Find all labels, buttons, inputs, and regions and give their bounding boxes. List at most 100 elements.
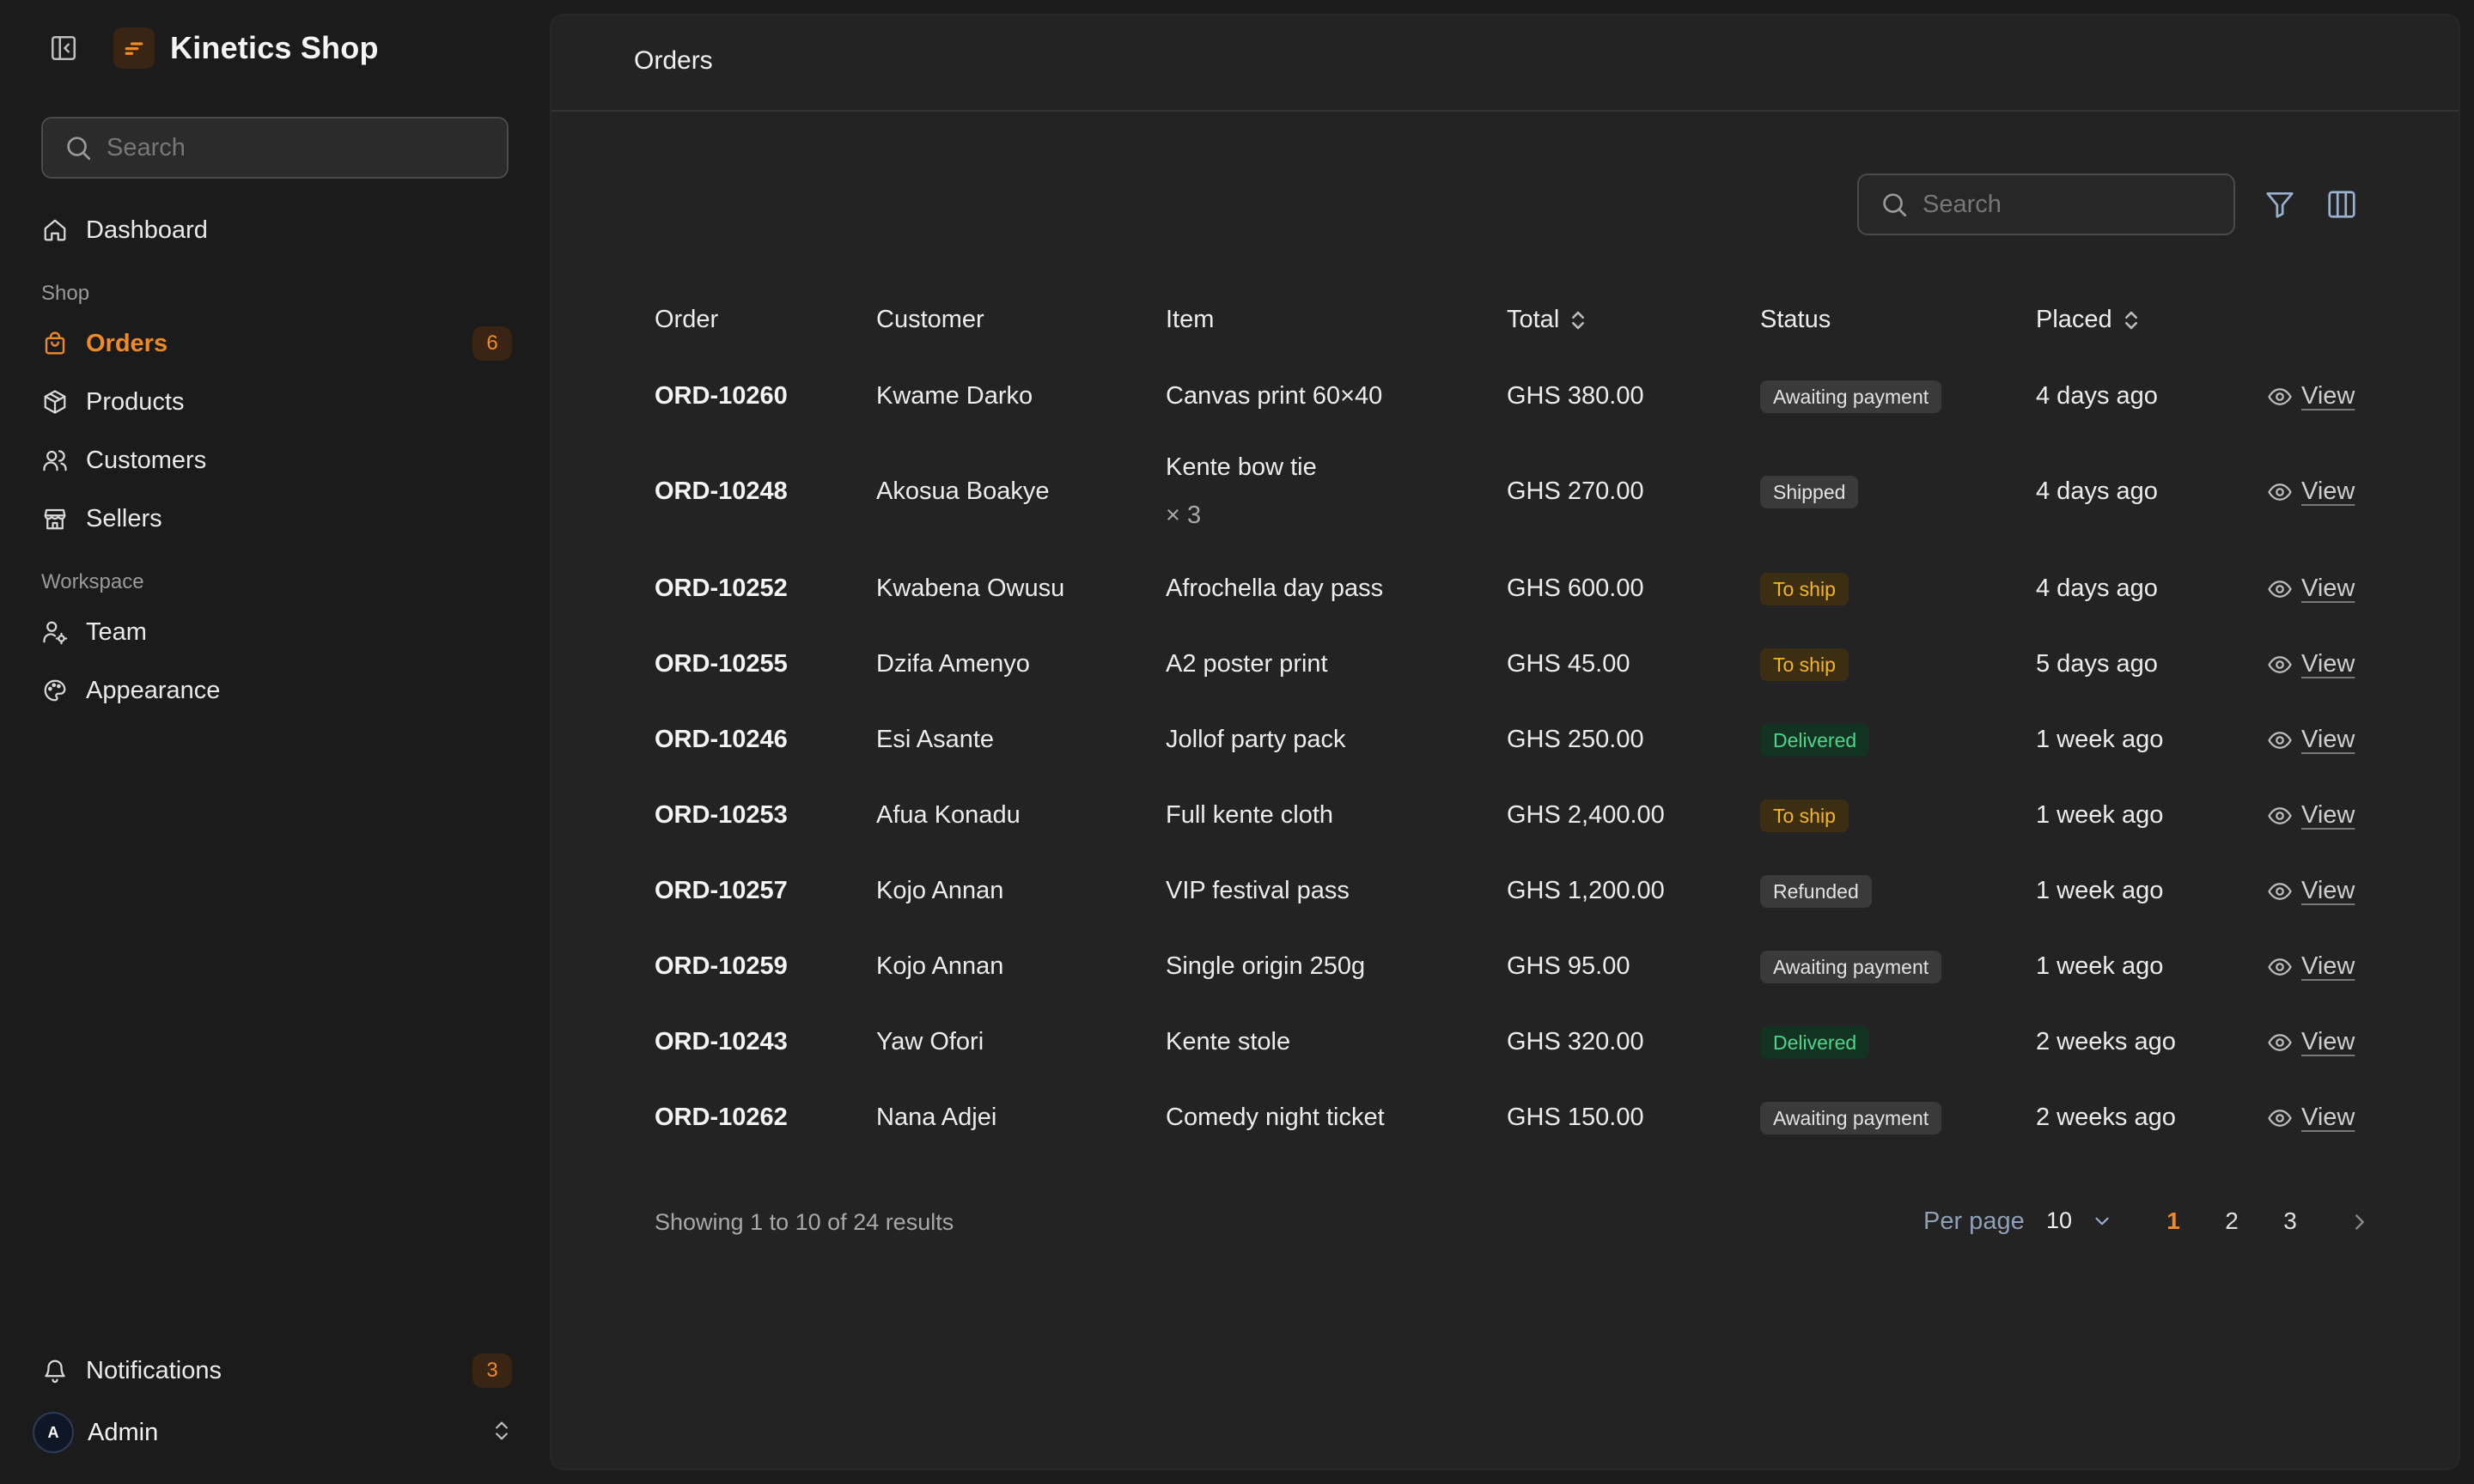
view-order-link[interactable]: View — [2267, 801, 2355, 830]
order-id: ORD-10246 — [655, 726, 788, 753]
brand-logo-icon — [113, 27, 155, 69]
status-badge: Awaiting payment — [1760, 1102, 1942, 1134]
item-name: Kente bow tie — [1166, 453, 1317, 481]
item-name: Afrochella day pass — [1166, 575, 1384, 602]
sidebar-item-team[interactable]: Team — [41, 608, 512, 656]
status-badge: To ship — [1760, 800, 1849, 832]
view-label: View — [2301, 952, 2355, 980]
per-page-select[interactable]: 10 — [2046, 1207, 2113, 1234]
item-name: Jollof party pack — [1166, 726, 1346, 753]
chevron-right-icon[interactable] — [2347, 1209, 2373, 1239]
customer-name: Yaw Ofori — [876, 1028, 984, 1055]
sidebar-item-dashboard[interactable]: Dashboard — [41, 206, 512, 254]
per-page-value: 10 — [2046, 1207, 2073, 1233]
column-header-placed[interactable]: Placed — [2036, 306, 2140, 334]
pagination-page-1[interactable]: 1 — [2156, 1207, 2191, 1235]
eye-icon — [2268, 882, 2292, 900]
app-root: Kinetics Shop Dashboard Shop Orders 6 Pr… — [0, 0, 2474, 1484]
customer-name: Kojo Annan — [876, 877, 1004, 904]
order-total: GHS 270.00 — [1507, 477, 1644, 505]
customer-name: Afua Konadu — [876, 801, 1021, 829]
view-order-link[interactable]: View — [2267, 1028, 2355, 1056]
sidebar-item-customers[interactable]: Customers — [41, 436, 512, 484]
sidebar-search[interactable] — [41, 117, 509, 179]
order-total: GHS 1,200.00 — [1507, 877, 1665, 904]
view-label: View — [2301, 575, 2355, 602]
notifications-count-badge: 3 — [472, 1353, 512, 1388]
status-badge: Shipped — [1760, 476, 1859, 508]
view-label: View — [2301, 477, 2355, 505]
section-label-shop: Shop — [41, 282, 90, 305]
sidebar-item-products[interactable]: Products — [41, 378, 512, 426]
sidebar-search-input[interactable] — [107, 133, 484, 162]
view-order-link[interactable]: View — [2267, 726, 2355, 754]
view-order-link[interactable]: View — [2267, 650, 2355, 678]
pagination-page-3[interactable]: 3 — [2273, 1207, 2307, 1235]
collapse-sidebar-icon[interactable] — [43, 27, 84, 69]
column-header-customer: Customer — [876, 306, 984, 334]
column-header-label: Customer — [876, 306, 984, 333]
home-icon — [41, 216, 69, 244]
filter-icon[interactable] — [2261, 186, 2299, 223]
customer-name: Dzifa Amenyo — [876, 650, 1030, 678]
sidebar-item-label: Notifications — [86, 1356, 222, 1384]
order-id: ORD-10243 — [655, 1028, 788, 1055]
table-search[interactable] — [1857, 173, 2235, 235]
eye-icon — [2268, 958, 2292, 976]
pagination-page-2[interactable]: 2 — [2215, 1207, 2249, 1235]
columns-icon[interactable] — [2323, 186, 2361, 223]
order-id: ORD-10252 — [655, 575, 788, 602]
sidebar-item-appearance[interactable]: Appearance — [41, 666, 512, 715]
order-total: GHS 380.00 — [1507, 382, 1644, 410]
column-header-total[interactable]: Total — [1507, 306, 1587, 334]
user-menu[interactable]: A Admin — [33, 1408, 514, 1457]
item-quantity: × 3 — [1166, 502, 1202, 529]
status-badge: Delivered — [1760, 1026, 1870, 1059]
placed-time: 5 days ago — [2036, 650, 2158, 678]
view-order-link[interactable]: View — [2267, 382, 2355, 411]
eye-icon — [2268, 580, 2292, 598]
brand-name: Kinetics Shop — [170, 30, 379, 65]
sidebar-item-label: Dashboard — [86, 216, 208, 244]
sort-icon[interactable] — [1569, 309, 1587, 331]
placed-time: 1 week ago — [2036, 726, 2164, 753]
column-header-label: Order — [655, 306, 719, 333]
eye-icon — [2268, 655, 2292, 673]
view-label: View — [2301, 382, 2355, 410]
sidebar-item-sellers[interactable]: Sellers — [41, 495, 512, 543]
status-badge: Delivered — [1760, 724, 1870, 757]
page-title: Orders — [634, 46, 713, 75]
view-order-link[interactable]: View — [2267, 952, 2355, 981]
sidebar-item-label: Orders — [86, 329, 168, 357]
table-search-input[interactable] — [1923, 190, 2232, 219]
placed-time: 1 week ago — [2036, 801, 2164, 829]
eye-icon — [2268, 806, 2292, 824]
sidebar-item-label: Sellers — [86, 504, 162, 532]
view-order-link[interactable]: View — [2267, 477, 2355, 506]
column-header-order: Order — [655, 306, 718, 334]
sidebar-item-orders[interactable]: Orders 6 — [41, 319, 512, 368]
sidebar-item-notifications[interactable]: Notifications 3 — [41, 1347, 512, 1395]
column-header-label: Item — [1166, 306, 1215, 333]
item-name: Single origin 250g — [1166, 952, 1366, 980]
view-order-link[interactable]: View — [2267, 575, 2355, 603]
view-order-link[interactable]: View — [2267, 1104, 2355, 1132]
users-icon — [41, 447, 69, 474]
main-panel: Orders Order Customer Item Total Status … — [550, 14, 2460, 1470]
status-badge: Awaiting payment — [1760, 951, 1942, 983]
item-name: VIP festival pass — [1166, 877, 1350, 904]
customer-name: Akosua Boakye — [876, 477, 1050, 505]
item-name: Kente stole — [1166, 1028, 1291, 1055]
customer-name: Kwabena Owusu — [876, 575, 1065, 602]
order-total: GHS 150.00 — [1507, 1104, 1644, 1131]
order-total: GHS 250.00 — [1507, 726, 1644, 753]
placed-time: 1 week ago — [2036, 877, 2164, 904]
order-total: GHS 320.00 — [1507, 1028, 1644, 1055]
user-name: Admin — [88, 1418, 159, 1446]
chevron-down-icon — [2095, 1217, 2109, 1225]
shopping-bag-icon — [41, 330, 69, 357]
column-header-label: Status — [1760, 306, 1831, 333]
sort-icon[interactable] — [2123, 309, 2140, 331]
column-header-status: Status — [1760, 306, 1831, 334]
view-order-link[interactable]: View — [2267, 877, 2355, 905]
